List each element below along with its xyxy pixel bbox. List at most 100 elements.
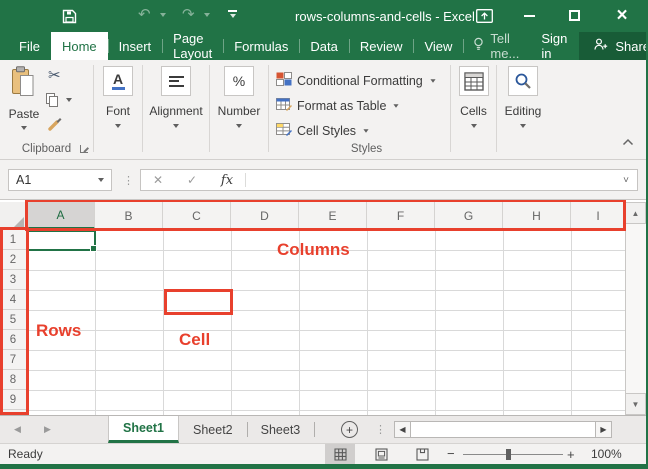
save-icon[interactable] <box>60 8 78 24</box>
zoom-out-button[interactable]: − <box>447 446 455 461</box>
columns-annotation: Columns <box>277 240 350 259</box>
font-dropdown-icon <box>115 124 121 128</box>
customize-quick-access-icon[interactable] <box>228 10 237 18</box>
tell-me-box[interactable]: Tell me... <box>463 31 529 61</box>
cell-highlight-box <box>164 289 233 315</box>
name-box-dropdown-icon[interactable] <box>98 178 104 182</box>
columns-highlight-box <box>25 200 626 231</box>
sheet-tab-spacer <box>314 416 342 443</box>
conditional-formatting-icon <box>276 72 292 89</box>
sheet-tabs: Sheet1 Sheet2 Sheet3 <box>108 416 342 443</box>
normal-view-button[interactable] <box>325 444 355 464</box>
name-box[interactable]: A1 <box>8 169 112 191</box>
status-text: Ready <box>8 447 43 461</box>
cell-styles-dropdown-icon <box>363 128 369 133</box>
window-bottom-edge <box>0 464 646 469</box>
tab-page-layout[interactable]: Page Layout <box>162 31 223 61</box>
insert-function-icon[interactable]: fx <box>209 173 245 188</box>
rows-highlight-box <box>0 227 29 415</box>
tab-review[interactable]: Review <box>348 32 414 60</box>
ribbon-tab-row: File Home Insert Page Layout Formulas Da… <box>0 31 646 61</box>
conditional-formatting-dropdown-icon <box>430 78 436 83</box>
close-button[interactable]: × <box>612 4 632 28</box>
tab-formulas[interactable]: Formulas <box>223 32 299 60</box>
tab-home[interactable]: Home <box>50 32 108 60</box>
ribbon-display-options-icon[interactable] <box>476 9 493 23</box>
number-group-button[interactable]: % Number <box>210 60 268 159</box>
enter-icon[interactable]: ✓ <box>175 173 209 187</box>
name-box-value: A1 <box>16 173 32 187</box>
font-group-button[interactable]: A Font <box>94 60 142 159</box>
alignment-icon <box>161 66 191 96</box>
sheet-tab-sheet2[interactable]: Sheet2 <box>179 416 247 443</box>
sheet-nav-left-icon[interactable]: ◀ <box>14 416 21 443</box>
alignment-dropdown-icon <box>173 124 179 128</box>
format-as-table-button[interactable]: Format as Table <box>276 93 450 118</box>
status-bar: Ready − + 100% <box>0 443 646 464</box>
number-group-label: Number <box>217 104 261 118</box>
share-button[interactable]: Share <box>579 32 646 60</box>
sheet-tab-sheet1[interactable]: Sheet1 <box>108 416 179 443</box>
minimize-button[interactable] <box>524 15 535 17</box>
copy-dropdown-icon[interactable] <box>66 98 72 102</box>
undo-icon[interactable]: ↶ <box>138 5 151 23</box>
styles-group: Conditional Formatting Format as Table C… <box>269 60 450 159</box>
redo-icon[interactable]: ↷ <box>182 5 195 23</box>
select-all-corner[interactable] <box>0 202 27 230</box>
paste-button[interactable]: Paste <box>8 66 40 130</box>
alignment-group-label: Alignment <box>149 104 203 118</box>
zoom-slider-thumb[interactable] <box>506 449 511 460</box>
format-painter-button[interactable] <box>47 115 64 137</box>
page-layout-view-button[interactable] <box>366 444 396 464</box>
zoom-slider-track[interactable] <box>463 454 563 455</box>
collapse-ribbon-icon[interactable] <box>622 133 634 151</box>
rows-annotation: Rows <box>36 321 82 340</box>
formula-bar-grip-icon[interactable]: ⋮ <box>123 169 134 191</box>
new-sheet-button[interactable]: + <box>341 421 358 438</box>
page-break-preview-button[interactable] <box>407 444 437 464</box>
format-as-table-icon <box>276 97 292 114</box>
clipboard-group: Paste ✂ Clipboard <box>0 60 93 159</box>
cells-group-label: Cells <box>460 104 487 118</box>
cell-styles-button[interactable]: Cell Styles <box>276 118 450 143</box>
horizontal-scrollbar[interactable]: ◀ ▶ <box>394 421 612 438</box>
scroll-up-icon[interactable]: ▲ <box>626 202 646 224</box>
cancel-icon[interactable]: ✕ <box>141 173 175 187</box>
sheetbar-grip-icon[interactable]: ⋮ <box>375 416 386 443</box>
magnifier-icon <box>508 66 538 96</box>
cut-button[interactable]: ✂ <box>48 66 61 84</box>
clipboard-dialog-launcher-icon[interactable] <box>80 145 88 153</box>
alignment-group-button[interactable]: Alignment <box>143 60 209 159</box>
title-bar: ↶ ↷ rows-columns-and-cells - Excel × <box>0 0 646 32</box>
tab-insert[interactable]: Insert <box>107 32 163 60</box>
expand-formula-bar-icon[interactable]: ˅ <box>615 175 637 186</box>
zoom-in-button[interactable]: + <box>567 447 575 462</box>
tab-file[interactable]: File <box>8 32 51 60</box>
paste-dropdown-icon <box>21 126 27 130</box>
sheet-tab-sheet3[interactable]: Sheet3 <box>246 416 315 443</box>
tab-view[interactable]: View <box>413 32 463 60</box>
sheet-nav-right-icon[interactable]: ▶ <box>44 416 51 443</box>
cell-annotation: Cell <box>179 330 211 349</box>
zoom-level[interactable]: 100% <box>591 447 622 461</box>
ribbon: Paste ✂ Clipboard A Font Alignment % Num… <box>0 60 646 160</box>
cells-group-button[interactable]: Cells <box>451 60 496 159</box>
hscroll-thumb[interactable] <box>411 421 595 438</box>
scroll-down-icon[interactable]: ▼ <box>626 393 646 415</box>
undo-caret-icon[interactable] <box>160 13 166 17</box>
vertical-scrollbar[interactable]: ▲ ▼ <box>625 202 646 415</box>
selected-cell-a1[interactable] <box>27 230 97 252</box>
worksheet-grid: A B C D E F G H I 1 2 3 4 5 6 7 8 9 Colu… <box>0 200 646 415</box>
hscroll-left-icon[interactable]: ◀ <box>394 421 411 438</box>
sign-in-button[interactable]: Sign in <box>529 31 579 61</box>
percent-icon: % <box>224 66 254 96</box>
maximize-button[interactable] <box>569 10 580 21</box>
styles-group-label: Styles <box>350 143 383 155</box>
hscroll-right-icon[interactable]: ▶ <box>595 421 612 438</box>
tab-data[interactable]: Data <box>299 32 348 60</box>
editing-dropdown-icon <box>520 124 526 128</box>
conditional-formatting-button[interactable]: Conditional Formatting <box>276 68 450 93</box>
sheet-tab-bar: ◀ ▶ Sheet1 Sheet2 Sheet3 + ⋮ ◀ ▶ <box>0 415 646 443</box>
editing-group-button[interactable]: Editing <box>497 60 549 159</box>
redo-caret-icon[interactable] <box>204 13 210 17</box>
